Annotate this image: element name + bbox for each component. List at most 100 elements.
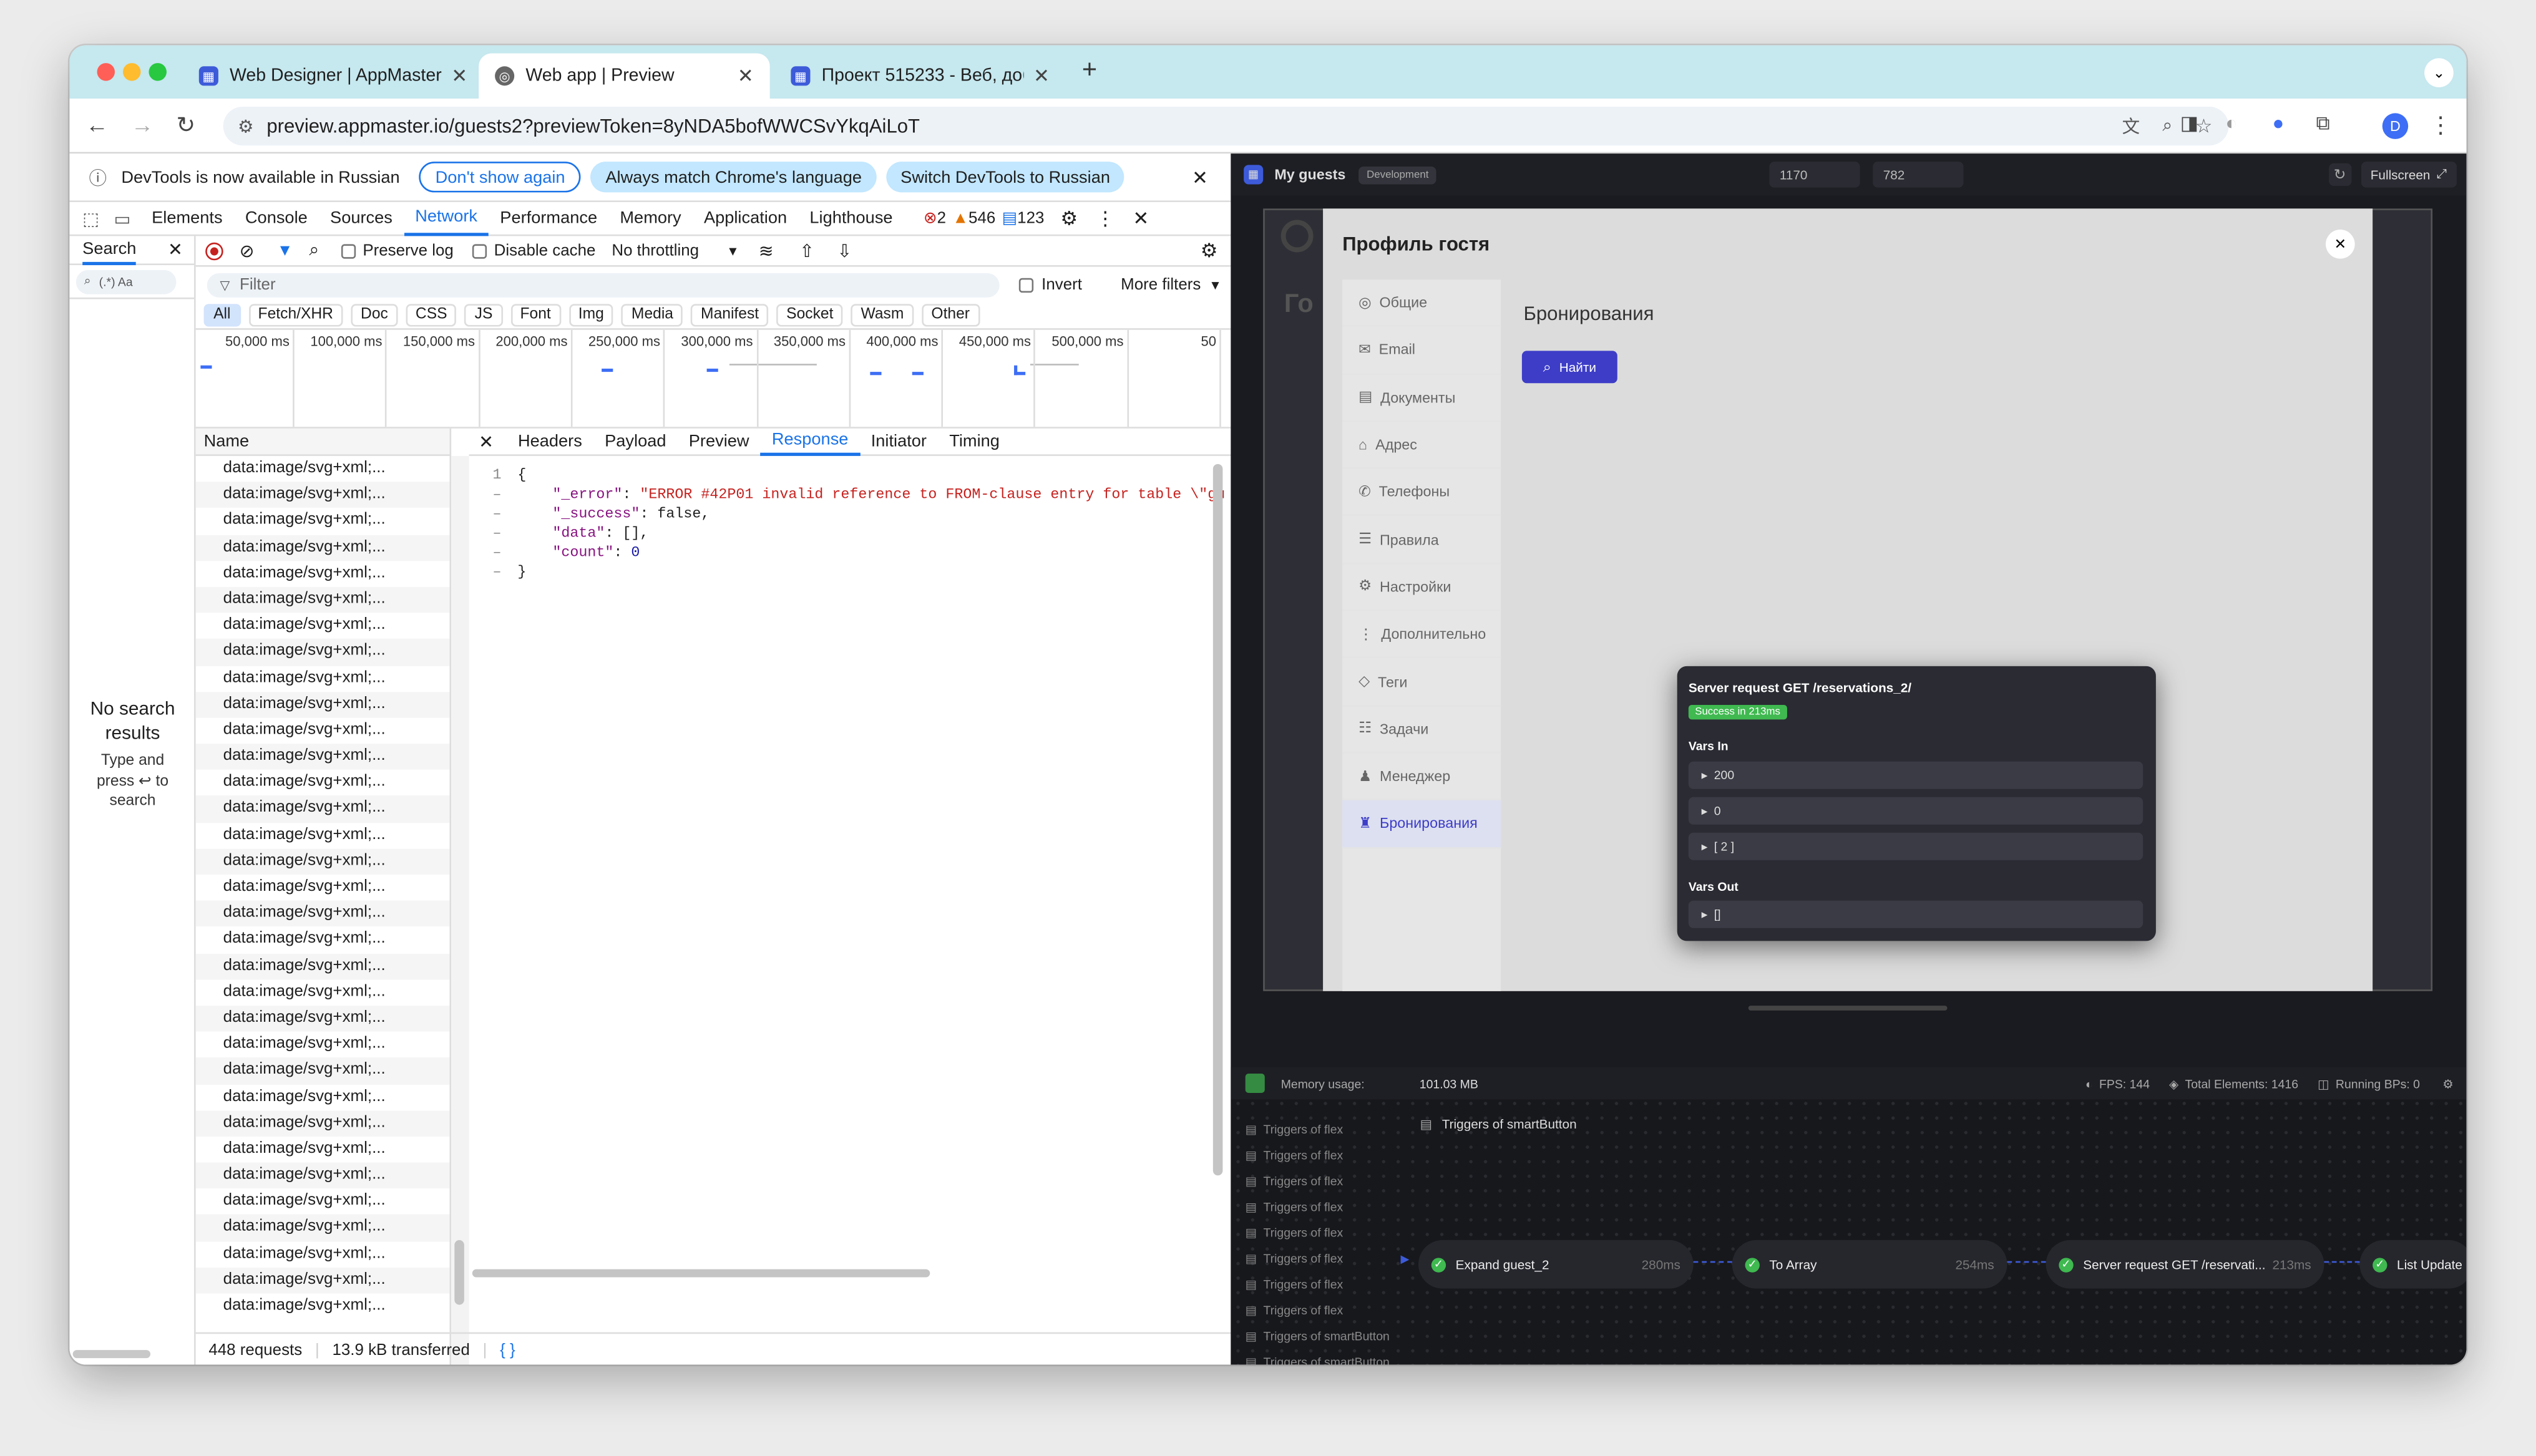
var-in-item[interactable]: ▸ 200: [1688, 761, 2143, 789]
profile-menu-item[interactable]: ✆ Телефоны: [1342, 469, 1501, 517]
flow-node[interactable]: ✓ Expand guest_2 280ms: [1418, 1240, 1694, 1289]
request-row[interactable]: data:image/svg+xml;...: [196, 1293, 450, 1319]
width-input[interactable]: 1170: [1770, 162, 1861, 188]
detail-tab-response[interactable]: Response: [760, 428, 860, 455]
flow-node[interactable]: ✓ Server request GET /reservati... 213ms: [2046, 1240, 2324, 1289]
request-row[interactable]: data:image/svg+xml;...: [195, 691, 450, 718]
find-button[interactable]: ⌕ Найти: [1521, 351, 1617, 384]
type-filter-fetchxhr[interactable]: Fetch/XHR: [248, 303, 343, 326]
response-scrollbar[interactable]: [1212, 463, 1223, 1176]
type-filter-font[interactable]: Font: [510, 303, 561, 326]
extension-shield-icon[interactable]: ◨: [2180, 112, 2198, 134]
dont-show-again-button[interactable]: Don't show again: [419, 162, 582, 193]
profile-menu-item[interactable]: ▤ Документы: [1342, 374, 1501, 422]
type-filter-img[interactable]: Img: [568, 303, 614, 326]
refresh-icon[interactable]: ↻: [2328, 163, 2351, 187]
tab-memory[interactable]: Memory: [608, 201, 693, 235]
close-details-icon[interactable]: ✕: [479, 431, 494, 452]
detail-tab-payload[interactable]: Payload: [593, 428, 678, 455]
request-row[interactable]: data:image/svg+xml;...: [196, 666, 450, 692]
profile-menu-item[interactable]: ◇ Теги: [1342, 658, 1501, 706]
search-icon[interactable]: ⌕: [309, 240, 319, 261]
trigger-item[interactable]: ▤ Triggers of flex: [1231, 1271, 1392, 1296]
invert-checkbox[interactable]: [1018, 277, 1034, 292]
request-row[interactable]: data:image/svg+xml;...: [196, 1241, 450, 1268]
record-button[interactable]: [205, 241, 223, 260]
trigger-item[interactable]: ▤ Triggers of smartButton: [1231, 1349, 1392, 1365]
profile-menu-item[interactable]: ✉ Email: [1342, 327, 1501, 375]
trigger-item[interactable]: ▤ Triggers of flex: [1231, 1167, 1392, 1193]
profile-menu-item[interactable]: ◎ Общие: [1342, 279, 1501, 328]
flow-node[interactable]: ✓ List Update E: [2359, 1240, 2467, 1289]
request-row[interactable]: data:image/svg+xml;...: [195, 901, 450, 928]
request-row[interactable]: data:image/svg+xml;...: [195, 1005, 450, 1032]
request-row[interactable]: data:image/svg+xml;...: [195, 1110, 450, 1137]
type-filter-socket[interactable]: Socket: [776, 303, 844, 326]
var-in-item[interactable]: ▸[ 2 ]: [1688, 832, 2143, 860]
detail-tab-headers[interactable]: Headers: [507, 428, 593, 455]
switch-to-russian-button[interactable]: Switch DevTools to Russian: [885, 162, 1125, 193]
trigger-item[interactable]: ▤ Triggers of flex: [1231, 1115, 1392, 1141]
flow-node[interactable]: ✓ To Array 254ms: [1732, 1240, 2007, 1289]
var-out-item[interactable]: ▸[]: [1688, 900, 2143, 928]
profile-menu-item[interactable]: ☷ Задачи: [1342, 706, 1501, 754]
tab-sources[interactable]: Sources: [319, 201, 404, 235]
translate-icon[interactable]: 文: [2122, 113, 2140, 138]
detail-tab-timing[interactable]: Timing: [938, 428, 1011, 455]
export-har-icon[interactable]: ⇩: [837, 240, 852, 261]
request-row[interactable]: data:image/svg+xml;...: [195, 796, 450, 823]
close-icon[interactable]: ✕: [728, 65, 754, 87]
extensions-puzzle-icon[interactable]: ⧉: [2316, 112, 2329, 136]
request-row[interactable]: data:image/svg+xml;...: [196, 1032, 450, 1058]
request-row[interactable]: data:image/svg+xml;...: [195, 953, 450, 979]
type-filter-wasm[interactable]: Wasm: [851, 303, 914, 326]
request-row[interactable]: data:image/svg+xml;...: [196, 875, 450, 901]
zoom-icon[interactable]: ⌕: [2162, 115, 2172, 137]
extension-dot-icon[interactable]: ●: [2272, 112, 2284, 134]
preserve-log-checkbox[interactable]: [341, 243, 356, 258]
request-row[interactable]: data:image/svg+xml;...: [196, 1084, 450, 1110]
tab-lighthouse[interactable]: Lighthouse: [798, 201, 904, 235]
trigger-item[interactable]: ▤ Triggers of flex: [1231, 1193, 1392, 1219]
type-filter-js[interactable]: JS: [465, 303, 502, 326]
tab-elements[interactable]: Elements: [140, 201, 234, 235]
menu-kebab-icon[interactable]: ⋮: [2429, 112, 2452, 139]
detail-tab-initiator[interactable]: Initiator: [860, 428, 939, 455]
address-bar[interactable]: ⚙ preview.appmaster.io/guests2?previewTo…: [223, 107, 2229, 146]
tab-web-app-preview[interactable]: ◎ Web app | Preview ✕: [479, 53, 770, 99]
profile-menu-item[interactable]: ♜ Бронирования: [1342, 800, 1501, 848]
network-settings-icon[interactable]: ⚙: [1201, 240, 1218, 262]
trigger-item[interactable]: ▤ Triggers of flex: [1231, 1297, 1392, 1323]
pretty-print-icon[interactable]: { }: [500, 1341, 515, 1359]
clear-icon[interactable]: ⊘: [240, 240, 255, 261]
resize-handle[interactable]: [1748, 1006, 1948, 1011]
minimize-window-button[interactable]: [122, 63, 141, 81]
search-tab[interactable]: Search: [82, 235, 137, 265]
request-row[interactable]: data:image/svg+xml;...: [195, 1267, 450, 1294]
request-row[interactable]: data:image/svg+xml;...: [195, 1162, 450, 1189]
debug-settings-icon[interactable]: ⚙: [2442, 1076, 2453, 1090]
request-row[interactable]: data:image/svg+xml;...: [195, 639, 450, 666]
profile-menu-item[interactable]: ☰ Правила: [1342, 517, 1501, 564]
request-row[interactable]: data:image/svg+xml;...: [195, 482, 450, 508]
timeline-overview[interactable]: 50,000 ms 100,000 ms 150,000 ms 200,000 ms 2…: [195, 328, 1231, 429]
profile-menu-item[interactable]: ♟ Менеджер: [1342, 753, 1501, 801]
profile-menu-item[interactable]: ⚙ Настройки: [1342, 563, 1501, 611]
type-filter-media[interactable]: Media: [622, 303, 683, 326]
fullscreen-button[interactable]: Fullscreen ⤢: [2361, 162, 2457, 188]
trigger-item[interactable]: ▤ Triggers of flex: [1231, 1245, 1392, 1271]
request-row[interactable]: data:image/svg+xml;...: [196, 456, 450, 482]
type-filter-manifest[interactable]: Manifest: [691, 303, 769, 326]
horizontal-scrollbar[interactable]: [72, 1350, 151, 1359]
issues-counter[interactable]: ⊗ 2 ▲ 546 ▤ 123: [924, 210, 1045, 228]
filter-toggle-icon[interactable]: ▼: [277, 241, 293, 260]
tab-project[interactable]: ▦ Проект 515233 - Веб, добав ✕: [774, 54, 1066, 99]
trigger-item[interactable]: ▤ Triggers of smartButton: [1231, 1323, 1392, 1348]
close-icon[interactable]: ✕: [1023, 65, 1050, 87]
type-filter-other[interactable]: Other: [921, 303, 980, 326]
back-icon[interactable]: ←: [85, 112, 108, 137]
close-infobar-icon[interactable]: ✕: [1192, 166, 1208, 188]
search-options[interactable]: (.*) Aa: [99, 274, 133, 288]
reload-icon[interactable]: ↻: [177, 112, 195, 139]
response-h-scrollbar[interactable]: [472, 1269, 930, 1278]
